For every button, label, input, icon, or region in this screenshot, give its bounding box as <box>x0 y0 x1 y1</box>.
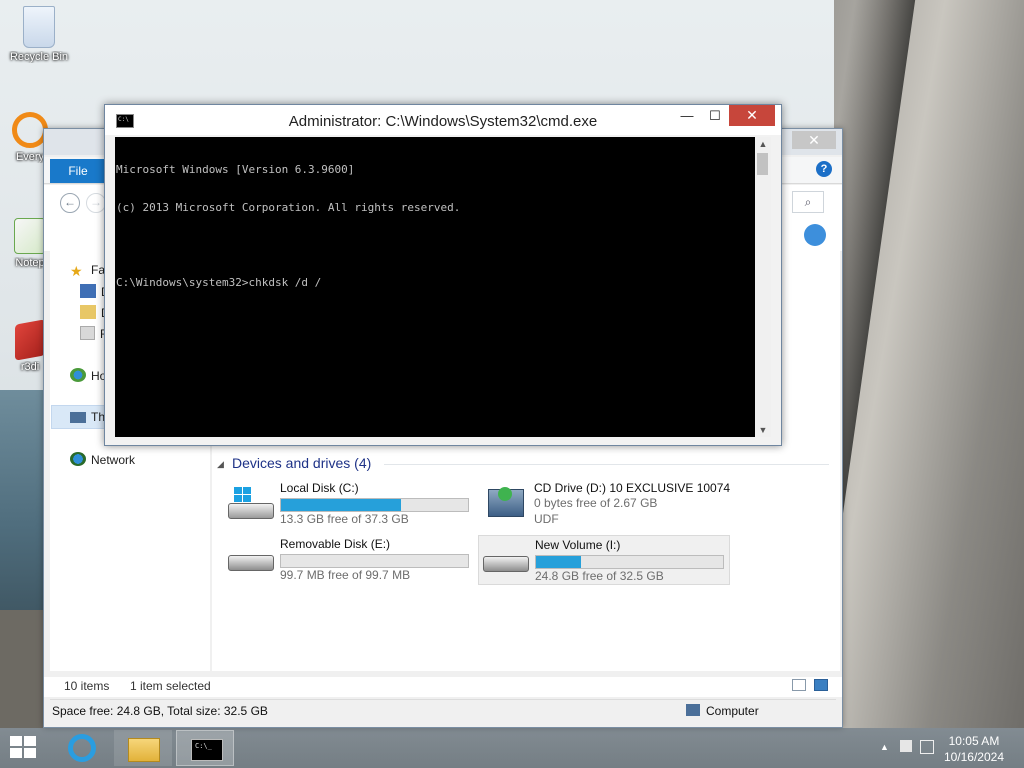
close-button[interactable]: ✕ <box>729 105 775 126</box>
taskbar-command-prompt[interactable]: C:\_ <box>176 730 234 766</box>
downloads-folder-icon <box>80 305 96 319</box>
drive-free-text: 0 bytes free of 2.67 GB <box>534 496 658 510</box>
view-toggle[interactable] <box>792 679 830 693</box>
start-button[interactable] <box>10 736 38 760</box>
network-tray-icon[interactable] <box>920 740 934 754</box>
taskbar-file-explorer[interactable] <box>114 730 172 766</box>
console-line: Microsoft Windows [Version 6.3.9600] <box>116 163 355 176</box>
drive-filesystem: UDF <box>534 512 559 526</box>
app-shortcut-icon <box>15 319 45 361</box>
console-scrollbar[interactable]: ▲ ▼ <box>755 137 771 437</box>
drive-name: Local Disk (C:) <box>280 481 359 495</box>
drive-free-text: 13.3 GB free of 37.3 GB <box>280 512 409 526</box>
details-view-icon[interactable] <box>792 679 806 691</box>
group-divider <box>384 464 829 465</box>
drive-item-d[interactable]: CD Drive (D:) 10 EXCLUSIVE 10074 0 bytes… <box>478 479 731 527</box>
drive-free-text: 99.7 MB free of 99.7 MB <box>280 568 411 582</box>
drive-item-i[interactable]: New Volume (I:) 24.8 GB free of 32.5 GB <box>478 535 730 585</box>
network-icon <box>70 452 86 466</box>
windows-logo-pane <box>24 736 36 746</box>
drive-usage-fill <box>281 499 401 511</box>
windows-logo-pane <box>24 748 36 758</box>
console-line: (c) 2013 Microsoft Corporation. All righ… <box>116 200 461 214</box>
nav-item-network[interactable]: Network <box>70 452 135 467</box>
shell-icon[interactable] <box>804 224 826 246</box>
drive-usage-fill <box>536 556 581 568</box>
scroll-thumb[interactable] <box>757 153 768 175</box>
devices-group-header[interactable]: Devices and drives (4) <box>232 455 371 471</box>
drive-item-c[interactable]: Local Disk (C:) 13.3 GB free of 37.3 GB <box>224 479 474 527</box>
console-line: C:\Windows\system32>chkdsk /d / <box>116 275 322 289</box>
large-icons-view-icon[interactable] <box>814 679 828 691</box>
drive-usage-bar <box>535 555 724 569</box>
drive-name: CD Drive (D:) 10 EXCLUSIVE 10074 <box>534 481 731 495</box>
windows-logo-pane <box>10 748 22 758</box>
desktop-icon-recycle-bin[interactable]: Recycle Bin <box>4 6 74 63</box>
taskbar-internet-explorer[interactable] <box>54 730 112 766</box>
nav-item-homegroup[interactable]: Ho <box>70 368 106 383</box>
drive-usage-bar <box>280 554 469 568</box>
details-bar: Space free: 24.8 GB, Total size: 32.5 GB… <box>50 699 836 722</box>
this-pc-icon <box>70 412 86 423</box>
wallpaper-dam-wall <box>834 0 1024 728</box>
homegroup-icon <box>70 368 86 382</box>
file-tab[interactable]: File <box>50 159 106 183</box>
cmd-taskbar-icon: C:\_ <box>191 739 223 761</box>
taskbar: C:\_ ▲ 10:05 AM 10/16/2024 <box>0 728 1024 768</box>
desktop-folder-icon <box>80 284 96 298</box>
windows-drive-icon <box>228 487 274 519</box>
show-hidden-icons-icon[interactable]: ▲ <box>880 742 889 752</box>
explorer-close-button[interactable]: ✕ <box>792 131 836 149</box>
location-label: Computer <box>706 704 759 718</box>
star-icon: ★ <box>70 263 83 279</box>
status-bar: 10 items 1 item selected <box>44 677 842 697</box>
hard-drive-icon <box>483 544 529 574</box>
volume-muted-icon[interactable] <box>900 740 912 752</box>
removable-drive-icon <box>228 543 274 573</box>
folder-icon <box>128 738 160 762</box>
back-button[interactable]: ← <box>60 193 80 213</box>
command-prompt-window[interactable]: Administrator: C:\Windows\System32\cmd.e… <box>104 104 782 446</box>
drive-item-e[interactable]: Removable Disk (E:) 99.7 MB free of 99.7… <box>224 535 474 583</box>
drive-name: New Volume (I:) <box>535 538 621 552</box>
drive-usage-bar <box>280 498 469 512</box>
drive-free-text: 24.8 GB free of 32.5 GB <box>535 569 664 583</box>
notepad-plus-icon <box>14 218 46 254</box>
nav-item-favorites[interactable]: ★ Fa <box>70 263 105 279</box>
item-count: 10 items <box>64 679 110 693</box>
scroll-up-icon[interactable]: ▲ <box>755 137 771 151</box>
console-output[interactable]: Microsoft Windows [Version 6.3.9600] (c)… <box>115 137 755 437</box>
drive-name: Removable Disk (E:) <box>280 537 391 551</box>
cmd-titlebar[interactable]: Administrator: C:\Windows\System32\cmd.e… <box>105 105 781 135</box>
clock-time: 10:05 AM <box>948 734 1000 748</box>
recent-places-icon <box>80 326 95 340</box>
clock-date: 10/16/2024 <box>943 750 1004 764</box>
recycle-bin-icon <box>23 6 55 48</box>
forward-button[interactable]: → <box>86 193 106 213</box>
selection-count: 1 item selected <box>130 679 211 693</box>
internet-explorer-icon <box>68 734 96 762</box>
scroll-down-icon[interactable]: ▼ <box>755 423 771 437</box>
minimize-button[interactable]: — <box>675 105 699 126</box>
clock[interactable]: 10:05 AM 10/16/2024 <box>944 733 1004 765</box>
search-icon[interactable]: ⌕ <box>792 191 824 213</box>
nav-item-this-pc[interactable]: Th <box>70 410 105 424</box>
computer-icon <box>686 704 700 716</box>
maximize-button[interactable]: ☐ <box>703 105 727 126</box>
windows-logo-icon <box>10 736 22 746</box>
space-info: Space free: 24.8 GB, Total size: 32.5 GB <box>52 704 268 718</box>
collapse-arrow-icon[interactable]: ◢ <box>217 459 224 470</box>
system-tray: ▲ 10:05 AM 10/16/2024 <box>864 728 1024 768</box>
help-icon[interactable]: ? <box>816 161 832 177</box>
cd-drive-icon <box>482 487 526 517</box>
